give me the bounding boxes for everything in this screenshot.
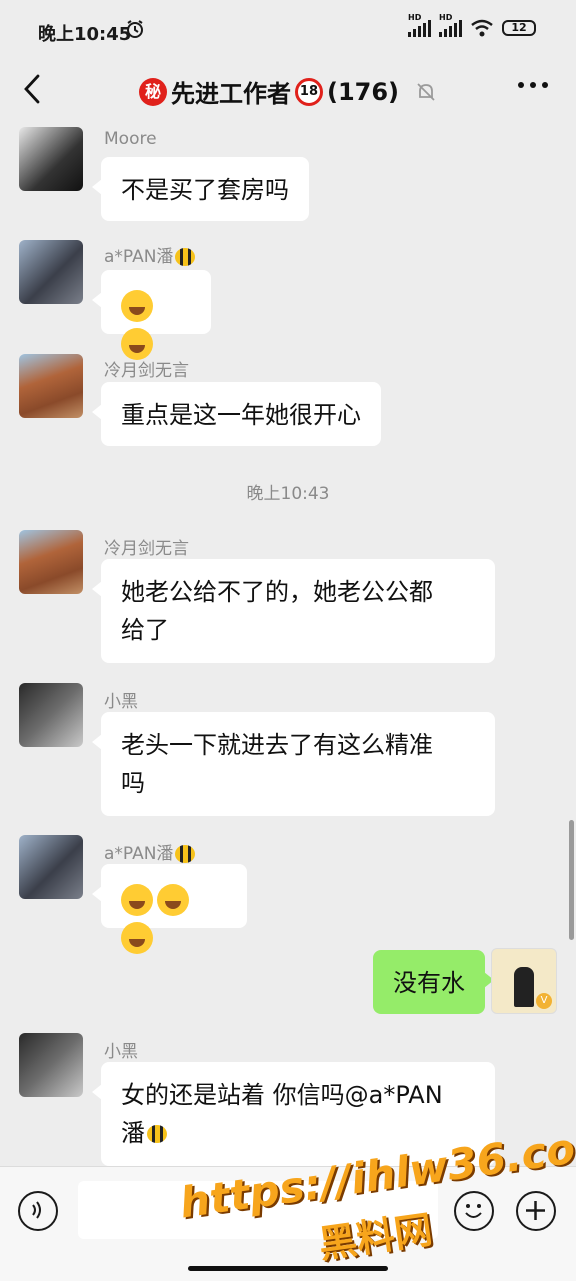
avatar[interactable] <box>19 127 83 191</box>
message-bubble[interactable] <box>92 270 211 360</box>
avatar[interactable] <box>19 530 83 594</box>
status-bar: 晚上10:45 HD HD 12 <box>0 0 576 60</box>
message-text: 重点是这一年她很开心 <box>121 401 361 429</box>
wifi-icon <box>471 19 493 37</box>
add-plus-icon[interactable] <box>516 1191 556 1231</box>
sender-name: a*PAN潘 <box>104 242 196 267</box>
message-text: 不是买了套房吗 <box>121 176 289 204</box>
home-indicator[interactable] <box>188 1266 388 1271</box>
scrollbar[interactable] <box>569 820 574 940</box>
avatar-self[interactable]: V <box>491 948 557 1014</box>
message-text: 吗 <box>121 769 145 797</box>
crying-laughing-emoji-icon <box>157 884 189 916</box>
message-bubble[interactable]: 老头一下就进去了有这么精准 吗 <box>92 712 495 816</box>
avatar[interactable] <box>19 683 83 747</box>
bee-emoji-icon <box>147 1125 167 1143</box>
alarm-icon <box>127 20 143 38</box>
message-bubble[interactable]: 重点是这一年她很开心 <box>92 382 381 446</box>
message-text: 给了 <box>121 616 169 644</box>
message-text: 没有水 <box>393 969 465 997</box>
chat-title: 秘 先进工作者 18 (176) <box>0 74 576 109</box>
verified-v-icon: V <box>536 993 552 1009</box>
secret-badge-icon: 秘 <box>138 77 167 106</box>
sender-name: Moore <box>104 129 157 149</box>
battery-icon: 12 <box>502 20 536 36</box>
bee-emoji-icon <box>175 845 196 863</box>
sender-name: 小黑 <box>104 692 138 712</box>
message-bubble[interactable]: 不是买了套房吗 <box>92 157 309 221</box>
message-bubble-self[interactable]: 没有水 <box>373 950 494 1014</box>
emoji-icon[interactable] <box>454 1191 494 1231</box>
crying-laughing-emoji-icon <box>121 884 153 916</box>
member-count: (176) <box>326 77 400 106</box>
signal-icon-2: HD <box>439 13 462 37</box>
message-bubble[interactable] <box>92 864 247 954</box>
crying-laughing-emoji-icon <box>121 922 153 954</box>
sender-name: a*PAN潘 <box>104 839 196 864</box>
sender-name: 冷月剑无言 <box>104 539 189 559</box>
message-text: 她老公给不了的，她老公公都 <box>121 578 433 606</box>
sender-name: 小黑 <box>104 1042 138 1062</box>
age-18-badge-icon: 18 <box>294 77 323 106</box>
group-name: 先进工作者 <box>170 80 291 108</box>
signal-icon: HD <box>408 13 431 37</box>
message-bubble[interactable]: 她老公给不了的，她老公公都 给了 <box>92 559 495 663</box>
voice-icon[interactable] <box>18 1191 58 1231</box>
avatar[interactable] <box>19 240 83 304</box>
crying-laughing-emoji-icon <box>121 290 153 322</box>
status-time: 晚上10:45 <box>38 24 132 45</box>
message-text: 老头一下就进去了有这么精准 <box>121 731 433 759</box>
mute-bell-icon <box>417 82 435 101</box>
chat-header: 秘 先进工作者 18 (176) <box>0 60 576 122</box>
sender-name: 冷月剑无言 <box>104 361 189 381</box>
avatar[interactable] <box>19 354 83 418</box>
bee-emoji-icon <box>175 248 196 266</box>
avatar[interactable] <box>19 1033 83 1097</box>
more-options-icon[interactable] <box>518 82 548 88</box>
message-text: 女的还是站着 你信吗@a*PAN <box>121 1081 443 1109</box>
avatar[interactable] <box>19 835 83 899</box>
timestamp: 晚上10:43 <box>246 484 330 504</box>
